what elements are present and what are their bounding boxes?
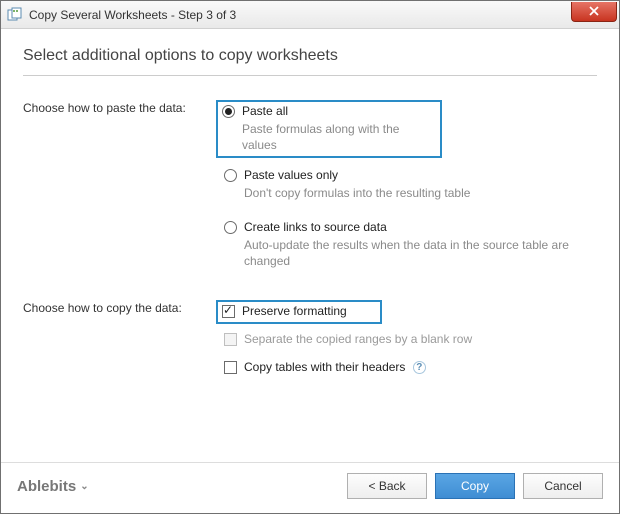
- checkbox-copy-headers[interactable]: Copy tables with their headers ?: [218, 356, 597, 380]
- paste-options: Paste all Paste formulas along with the …: [218, 100, 597, 278]
- radio-desc: Auto-update the results when the data in…: [244, 237, 591, 269]
- checkbox-label: Separate the copied ranges by a blank ro…: [244, 331, 472, 347]
- back-button[interactable]: < Back: [347, 473, 427, 499]
- radio-create-links[interactable]: Create links to source data Auto-update …: [218, 216, 597, 274]
- dialog-window: Copy Several Worksheets - Step 3 of 3 Se…: [0, 0, 620, 514]
- chevron-down-icon: ⌄: [80, 481, 88, 492]
- radio-label: Paste values only: [244, 167, 470, 183]
- titlebar: Copy Several Worksheets - Step 3 of 3: [1, 1, 619, 29]
- help-icon[interactable]: ?: [413, 361, 426, 374]
- paste-section-label: Choose how to paste the data:: [23, 100, 218, 278]
- cancel-button[interactable]: Cancel: [523, 473, 603, 499]
- radio-label: Create links to source data: [244, 219, 591, 235]
- footer: Ablebits ⌄ < Back Copy Cancel: [1, 462, 619, 513]
- copy-section: Choose how to copy the data: Preserve fo…: [23, 300, 597, 384]
- radio-icon: [222, 105, 235, 118]
- radio-desc: Paste formulas along with the values: [242, 121, 436, 153]
- close-button[interactable]: [571, 2, 617, 22]
- radio-icon: [224, 169, 237, 182]
- window-title: Copy Several Worksheets - Step 3 of 3: [29, 8, 571, 22]
- radio-icon: [224, 221, 237, 234]
- brand-label: Ablebits: [17, 478, 76, 495]
- divider: [23, 75, 597, 76]
- app-icon: [7, 7, 23, 23]
- checkbox-icon: [224, 361, 237, 374]
- content-area: Select additional options to copy worksh…: [1, 29, 619, 462]
- brand-menu[interactable]: Ablebits ⌄: [17, 478, 89, 495]
- radio-desc: Don't copy formulas into the resulting t…: [244, 185, 470, 201]
- page-heading: Select additional options to copy worksh…: [23, 47, 597, 65]
- checkbox-label: Preserve formatting: [242, 303, 347, 319]
- paste-section: Choose how to paste the data: Paste all …: [23, 100, 597, 278]
- checkbox-icon: [224, 333, 237, 346]
- copy-section-label: Choose how to copy the data:: [23, 300, 218, 384]
- checkbox-icon: [222, 305, 235, 318]
- close-icon: [589, 6, 599, 16]
- copy-button[interactable]: Copy: [435, 473, 515, 499]
- checkbox-separate-blank-row: Separate the copied ranges by a blank ro…: [218, 328, 597, 352]
- checkbox-label: Copy tables with their headers ?: [244, 359, 426, 375]
- copy-options: Preserve formatting Separate the copied …: [218, 300, 597, 384]
- radio-label: Paste all: [242, 103, 436, 119]
- checkbox-preserve-formatting[interactable]: Preserve formatting: [216, 300, 382, 324]
- radio-paste-values[interactable]: Paste values only Don't copy formulas in…: [218, 164, 597, 206]
- radio-paste-all[interactable]: Paste all Paste formulas along with the …: [216, 100, 442, 158]
